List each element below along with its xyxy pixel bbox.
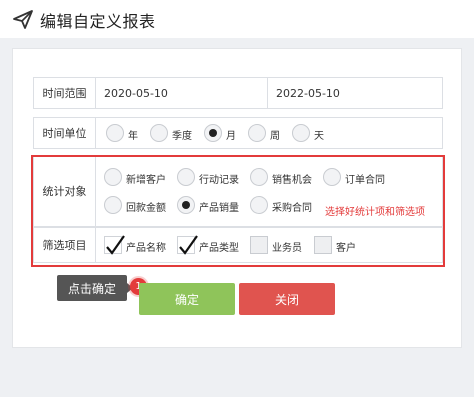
radio-year-label: 年 [128, 131, 138, 142]
close-button[interactable]: 关闭 [239, 283, 335, 315]
page-header: 编辑自定义报表 [0, 0, 474, 38]
confirm-button[interactable]: 确定 [139, 283, 235, 315]
paper-plane-icon [12, 8, 34, 30]
start-date-field[interactable]: 2020-05-10 [96, 78, 268, 108]
time-unit-label: 时间单位 [34, 118, 96, 148]
radio-quarter-label: 季度 [172, 131, 192, 142]
radio-quarter[interactable] [150, 124, 168, 142]
time-unit-row: 时间单位 年 季度 月 周 天 [33, 117, 443, 149]
radio-week-label: 周 [270, 131, 280, 142]
highlight-note: 选择好统计项和筛选项 [325, 207, 425, 218]
date-range-row: 时间范围 2020-05-10 2022-05-10 [33, 77, 443, 109]
tooltip-click-confirm: 点击确定 [57, 275, 133, 301]
radio-month-label: 月 [226, 131, 236, 142]
radio-day-label: 天 [314, 131, 324, 142]
radio-day[interactable] [292, 124, 310, 142]
page-title: 编辑自定义报表 [40, 12, 156, 31]
radio-month[interactable] [204, 124, 222, 142]
radio-week[interactable] [248, 124, 266, 142]
end-date-field[interactable]: 2022-05-10 [268, 78, 442, 108]
date-range-label: 时间范围 [34, 78, 96, 108]
report-form-panel: 时间范围 2020-05-10 2022-05-10 时间单位 年 季度 月 周… [12, 48, 462, 348]
radio-year[interactable] [106, 124, 124, 142]
